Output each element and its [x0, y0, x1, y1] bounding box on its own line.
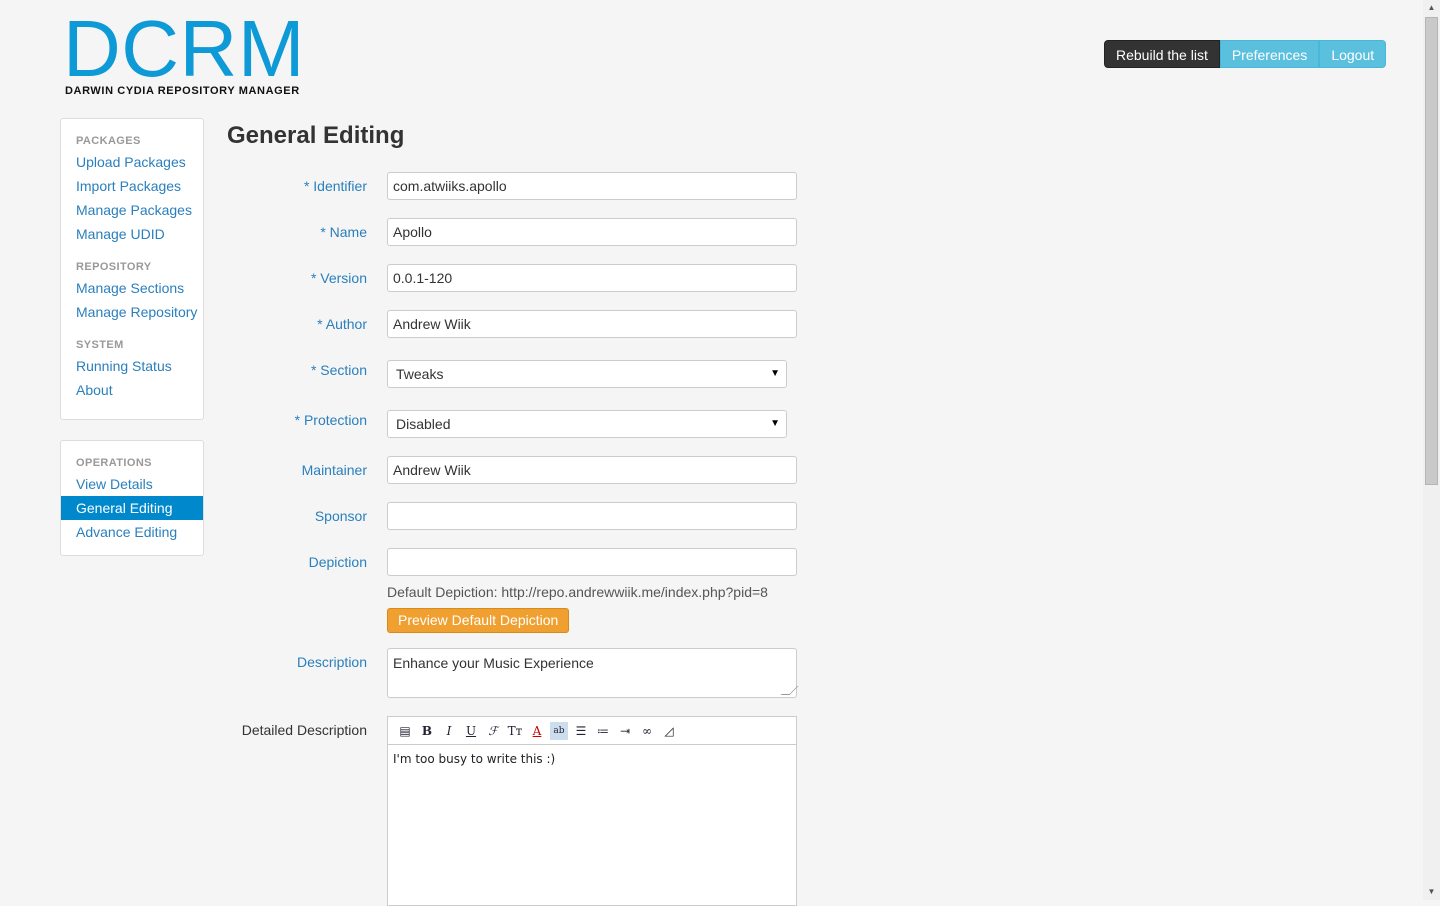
chevron-down-icon: ▼ [770, 418, 780, 429]
resize-handle-icon[interactable] [780, 686, 799, 695]
sidebar-item-general-editing[interactable]: General Editing [61, 496, 203, 520]
list-icon[interactable]: ≔ [594, 722, 612, 740]
eraser-icon[interactable]: ◿ [660, 722, 678, 740]
sidebar-item-import-packages[interactable]: Import Packages [61, 174, 203, 198]
chevron-down-icon: ▼ [770, 368, 780, 379]
sidebar-item-manage-sections[interactable]: Manage Sections [61, 276, 203, 300]
name-input[interactable]: Apollo [387, 218, 797, 246]
author-input[interactable]: Andrew Wiik [387, 310, 797, 338]
sidebar-item-manage-udid[interactable]: Manage UDID [61, 222, 203, 246]
description-text: Enhance your Music Experience [393, 655, 594, 671]
depiction-label: Depiction [308, 554, 367, 570]
logo-subtitle: DARWIN CYDIA REPOSITORY MANAGER [65, 85, 300, 97]
name-label: * Name [320, 224, 367, 240]
indent-icon[interactable]: ⇥ [616, 722, 634, 740]
maintainer-label: Maintainer [301, 462, 367, 478]
header-button-group: Rebuild the list Preferences Logout [1104, 40, 1387, 68]
sponsor-label: Sponsor [314, 508, 367, 524]
preferences-button[interactable]: Preferences [1219, 40, 1320, 68]
sidebar-item-upload-packages[interactable]: Upload Packages [61, 150, 203, 174]
identifier-input[interactable]: com.atwiiks.apollo [387, 172, 797, 200]
section-select-value: Tweaks [396, 366, 444, 382]
scrollbar-thumb[interactable] [1425, 17, 1438, 485]
description-label: Description [296, 654, 367, 670]
text-color-icon[interactable]: A [528, 722, 546, 740]
section-select[interactable]: Tweaks ▼ [387, 360, 787, 388]
editor-content[interactable]: I'm too busy to write this :) [388, 745, 796, 773]
sidebar-item-advance-editing[interactable]: Advance Editing [61, 520, 203, 544]
link-icon[interactable]: ∞ [638, 722, 656, 740]
rebuild-list-button[interactable]: Rebuild the list [1104, 40, 1220, 68]
vertical-scrollbar[interactable]: ▲ ▼ [1423, 0, 1440, 900]
maintainer-input[interactable]: Andrew Wiik [387, 456, 797, 484]
nav-header-system: SYSTEM [76, 339, 124, 351]
underline-icon[interactable]: U [462, 722, 480, 740]
align-icon[interactable]: ☰ [572, 722, 590, 740]
sponsor-input[interactable] [387, 502, 797, 530]
sidebar-item-view-details[interactable]: View Details [61, 472, 203, 496]
sidebar-nav: PACKAGES Upload Packages Import Packages… [60, 118, 204, 420]
sidebar-item-about[interactable]: About [61, 378, 203, 402]
version-label: * Version [310, 270, 367, 286]
depiction-input[interactable] [387, 548, 797, 576]
font-size-icon[interactable]: Tт [506, 722, 524, 740]
logo-text: DCRM [63, 4, 305, 93]
font-icon[interactable]: ℱ [484, 722, 502, 740]
sidebar-item-manage-packages[interactable]: Manage Packages [61, 198, 203, 222]
default-depiction-text: Default Depiction: http://repo.andrewwii… [387, 584, 768, 600]
protection-label: * Protection [294, 412, 367, 428]
rich-text-editor[interactable]: ▤ B I U ℱ Tт A ab ☰ ≔ ⇥ ∞ ◿ I'm too busy… [387, 716, 797, 906]
source-icon[interactable]: ▤ [396, 722, 414, 740]
detailed-description-label: Detailed Description [241, 722, 367, 738]
italic-icon[interactable]: I [440, 722, 458, 740]
author-label: * Author [317, 316, 367, 332]
scroll-up-icon[interactable]: ▲ [1423, 0, 1440, 16]
description-textarea[interactable]: Enhance your Music Experience [387, 648, 799, 698]
nav-header-packages: PACKAGES [76, 135, 141, 147]
logo[interactable]: DCRM DARWIN CYDIA REPOSITORY MANAGER [63, 4, 305, 98]
sidebar-item-running-status[interactable]: Running Status [61, 354, 203, 378]
protection-select-value: Disabled [396, 416, 451, 432]
highlight-icon[interactable]: ab [550, 721, 568, 740]
bold-icon[interactable]: B [418, 722, 436, 740]
logout-button[interactable]: Logout [1319, 40, 1387, 68]
identifier-label: * Identifier [303, 178, 367, 194]
editor-toolbar: ▤ B I U ℱ Tт A ab ☰ ≔ ⇥ ∞ ◿ [388, 717, 796, 745]
scroll-down-icon[interactable]: ▼ [1423, 884, 1440, 900]
sidebar-item-manage-repository[interactable]: Manage Repository [61, 300, 203, 324]
version-input[interactable]: 0.0.1-120 [387, 264, 797, 292]
nav-header-operations: OPERATIONS [76, 457, 152, 469]
preview-default-depiction-button[interactable]: Preview Default Depiction [387, 608, 570, 633]
page-title: General Editing [227, 122, 405, 149]
protection-select[interactable]: Disabled ▼ [387, 410, 787, 438]
nav-header-repository: REPOSITORY [76, 261, 152, 273]
section-label: * Section [310, 362, 367, 378]
operations-nav: OPERATIONS View Details General Editing … [60, 440, 204, 556]
